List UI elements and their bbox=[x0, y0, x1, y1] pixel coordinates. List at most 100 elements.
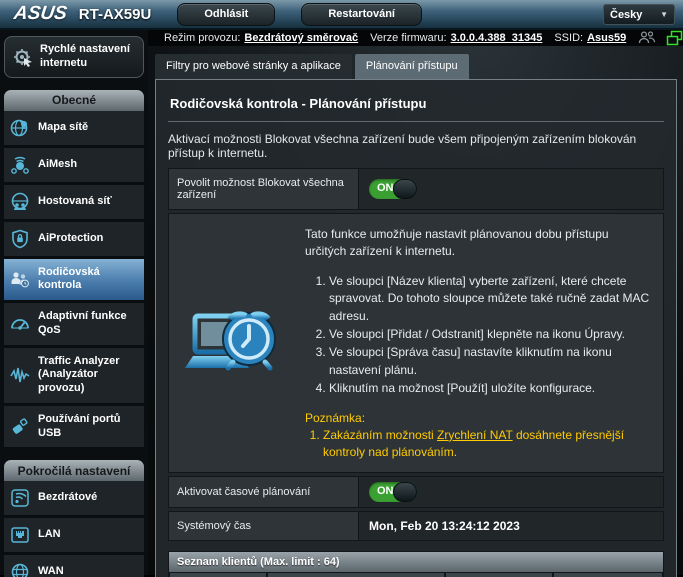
sidebar-item-guest-network[interactable]: Hostovaná síť bbox=[4, 185, 144, 220]
block-all-devices-label: Povolit možnost Blokovat všechna zařízen… bbox=[169, 169, 359, 209]
sidebar-item-label: LAN bbox=[38, 528, 61, 542]
column-header-add-delete: Přidat / Odstranit bbox=[553, 572, 663, 577]
sidebar-item-aiprotection[interactable]: AiProtection bbox=[4, 222, 144, 257]
block-all-devices-row: Povolit možnost Blokovat všechna zařízen… bbox=[168, 168, 664, 210]
usb-stick-icon bbox=[10, 417, 30, 437]
sidebar-item-usb-application[interactable]: Používání portů USB bbox=[4, 406, 144, 449]
app-header: ASUS RT-AX59U Odhlásit Restartování Česk… bbox=[0, 0, 683, 30]
info-steps: Ve sloupci [Název klienta] vyberte zaříz… bbox=[329, 273, 653, 398]
chevron-down-icon: ▼ bbox=[660, 10, 668, 19]
block-all-devices-value: ON bbox=[359, 169, 663, 209]
column-header-time-management: Časová správa bbox=[445, 572, 553, 577]
sidebar-item-label: Hostovaná síť bbox=[38, 195, 112, 209]
column-header-client-name: Jméno klienta (Adresa MAC) bbox=[267, 572, 445, 577]
enable-scheduling-label: Aktivovat časové plánování bbox=[169, 477, 359, 507]
sidebar-item-lan[interactable]: LAN bbox=[4, 518, 144, 553]
nat-acceleration-link[interactable]: Zrychlení NAT bbox=[437, 428, 513, 442]
page-title: Rodičovská kontrola - Plánování přístupu bbox=[168, 90, 664, 121]
sidebar-item-aimesh[interactable]: AiMesh bbox=[4, 148, 144, 183]
guest-network-icon bbox=[10, 192, 30, 212]
asus-logo: ASUS bbox=[12, 3, 68, 25]
operation-mode-link[interactable]: Bezdrátový směrovač bbox=[244, 32, 358, 44]
sidebar-item-label: AiMesh bbox=[38, 158, 77, 172]
sidebar-nav-advanced: Bezdrátové LAN WAN Amazon Alexa bbox=[4, 481, 144, 577]
quick-setup-gear-icon bbox=[13, 47, 33, 67]
note-prefix: Zakázáním možnosti bbox=[323, 428, 437, 442]
content-panel: Rodičovská kontrola - Plánování přístupu… bbox=[155, 79, 677, 577]
sidebar-item-wireless[interactable]: Bezdrátové bbox=[4, 481, 144, 516]
info-step: Ve sloupci [Správa času] nastavíte klikn… bbox=[329, 344, 653, 379]
client-list-caption: Seznam klientů (Max. limit : 64) bbox=[169, 552, 663, 572]
tab-bar: Filtry pro webové stránky a aplikace Plá… bbox=[155, 54, 683, 79]
status-icons bbox=[638, 30, 683, 46]
ssid-label: SSID: bbox=[554, 32, 583, 44]
system-time-label: Systémový čas bbox=[169, 512, 359, 540]
status-bar: Režim provozu: Bezdrátový směrovač Verze… bbox=[148, 30, 683, 46]
block-all-devices-toggle[interactable]: ON bbox=[369, 179, 417, 199]
router-model: RT-AX59U bbox=[79, 6, 152, 23]
language-dropdown[interactable]: Česky ▼ bbox=[603, 4, 675, 25]
sidebar-item-network-map[interactable]: Mapa sítě bbox=[4, 111, 144, 146]
client-list-table: Seznam klientů (Max. limit : 64) Vybrat … bbox=[168, 551, 664, 577]
toggle-on-label: ON bbox=[377, 182, 394, 194]
sidebar-item-wan[interactable]: WAN bbox=[4, 555, 144, 577]
title-separator bbox=[168, 121, 664, 122]
network-map-icon bbox=[10, 118, 30, 138]
qos-gauge-icon bbox=[10, 314, 30, 334]
laptop-alarm-clock-icon bbox=[175, 226, 295, 462]
system-time-value: Mon, Feb 20 13:24:12 2023 bbox=[359, 512, 663, 540]
info-step: Ve sloupci [Název klienta] vyberte zaříz… bbox=[329, 273, 653, 325]
select-all-cell: Vybrat vše ∨ bbox=[169, 572, 267, 577]
info-description: Tato funkce umožňuje nastavit plánovanou… bbox=[305, 226, 653, 261]
operation-mode-label: Režim provozu: bbox=[164, 32, 240, 44]
ssid-link[interactable]: Asus59 bbox=[587, 32, 626, 44]
firmware-label: Verze firmwaru: bbox=[370, 32, 446, 44]
note-label: Poznámka: bbox=[305, 410, 653, 427]
wan-globe-icon bbox=[10, 562, 30, 577]
firmware-version-link[interactable]: 3.0.0.4.388_31345 bbox=[451, 32, 543, 44]
sidebar-item-parental-controls[interactable]: Rodičovská kontrola bbox=[4, 259, 144, 302]
page-layout: Rychlé nastavení internetu Obecné Mapa s… bbox=[0, 30, 683, 575]
parental-controls-icon bbox=[10, 269, 30, 289]
sidebar-item-adaptive-qos[interactable]: Adaptivní funkce QoS bbox=[4, 303, 144, 346]
note-list: Zakázáním možnosti Zrychlení NAT dosáhne… bbox=[323, 427, 653, 462]
reboot-button[interactable]: Restartování bbox=[301, 3, 422, 26]
aimesh-icon bbox=[10, 155, 30, 175]
enable-scheduling-value: ON bbox=[359, 477, 663, 507]
shield-icon bbox=[10, 229, 30, 249]
main-column: Režim provozu: Bezdrátový směrovač Verze… bbox=[148, 30, 683, 575]
sidebar: Rychlé nastavení internetu Obecné Mapa s… bbox=[0, 30, 148, 575]
sidebar-item-label: AiProtection bbox=[38, 232, 103, 246]
sidebar-item-label: Adaptivní funkce QoS bbox=[38, 310, 138, 338]
info-step: Kliknutím na možnost [Použít] uložíte ko… bbox=[329, 380, 653, 397]
info-text: Tato funkce umožňuje nastavit plánovanou… bbox=[305, 226, 653, 462]
system-time-row: Systémový čas Mon, Feb 20 13:24:12 2023 bbox=[168, 511, 664, 541]
sidebar-item-label: Rodičovská kontrola bbox=[38, 266, 138, 294]
sidebar-item-label: WAN bbox=[38, 565, 64, 577]
sidebar-item-quick-internet-setup[interactable]: Rychlé nastavení internetu bbox=[4, 36, 144, 78]
clients-icon[interactable] bbox=[638, 30, 656, 46]
note-item: Zakázáním možnosti Zrychlení NAT dosáhne… bbox=[323, 427, 653, 462]
intro-text: Aktivací možnosti Blokovat všechna zaříz… bbox=[168, 132, 664, 160]
sidebar-item-label: Traffic Analyzer (Analyzátor provozu) bbox=[38, 355, 138, 396]
language-value: Česky bbox=[610, 9, 642, 21]
sidebar-section-general: Obecné bbox=[4, 90, 144, 111]
enable-scheduling-toggle[interactable]: ON bbox=[369, 482, 417, 502]
wired-clients-icon[interactable] bbox=[666, 30, 683, 46]
sidebar-nav-general: Mapa sítě AiMesh Hostovaná síť AiProtect… bbox=[4, 111, 144, 449]
info-panel: Tato funkce umožňuje nastavit plánovanou… bbox=[168, 213, 664, 473]
sidebar-item-label: Mapa sítě bbox=[38, 121, 88, 135]
toggle-knob bbox=[393, 179, 417, 199]
sidebar-item-traffic-analyzer[interactable]: Traffic Analyzer (Analyzátor provozu) bbox=[4, 348, 144, 404]
enable-scheduling-row: Aktivovat časové plánování ON bbox=[168, 476, 664, 508]
sidebar-section-advanced: Pokročilá nastavení bbox=[4, 460, 144, 481]
logout-button[interactable]: Odhlásit bbox=[177, 3, 275, 26]
sidebar-item-label: Rychlé nastavení internetu bbox=[40, 43, 135, 71]
client-table-header-row: Vybrat vše ∨ Jméno klienta (Adresa MAC) … bbox=[169, 572, 663, 577]
lan-port-icon bbox=[10, 525, 30, 545]
wireless-icon bbox=[10, 488, 30, 508]
tab-web-filters[interactable]: Filtry pro webové stránky a aplikace bbox=[155, 54, 352, 79]
info-step: Ve sloupci [Přidat / Odstranit] klepněte… bbox=[329, 326, 653, 343]
traffic-wave-icon bbox=[10, 365, 30, 385]
tab-time-scheduling[interactable]: Plánování přístupu bbox=[355, 54, 469, 79]
